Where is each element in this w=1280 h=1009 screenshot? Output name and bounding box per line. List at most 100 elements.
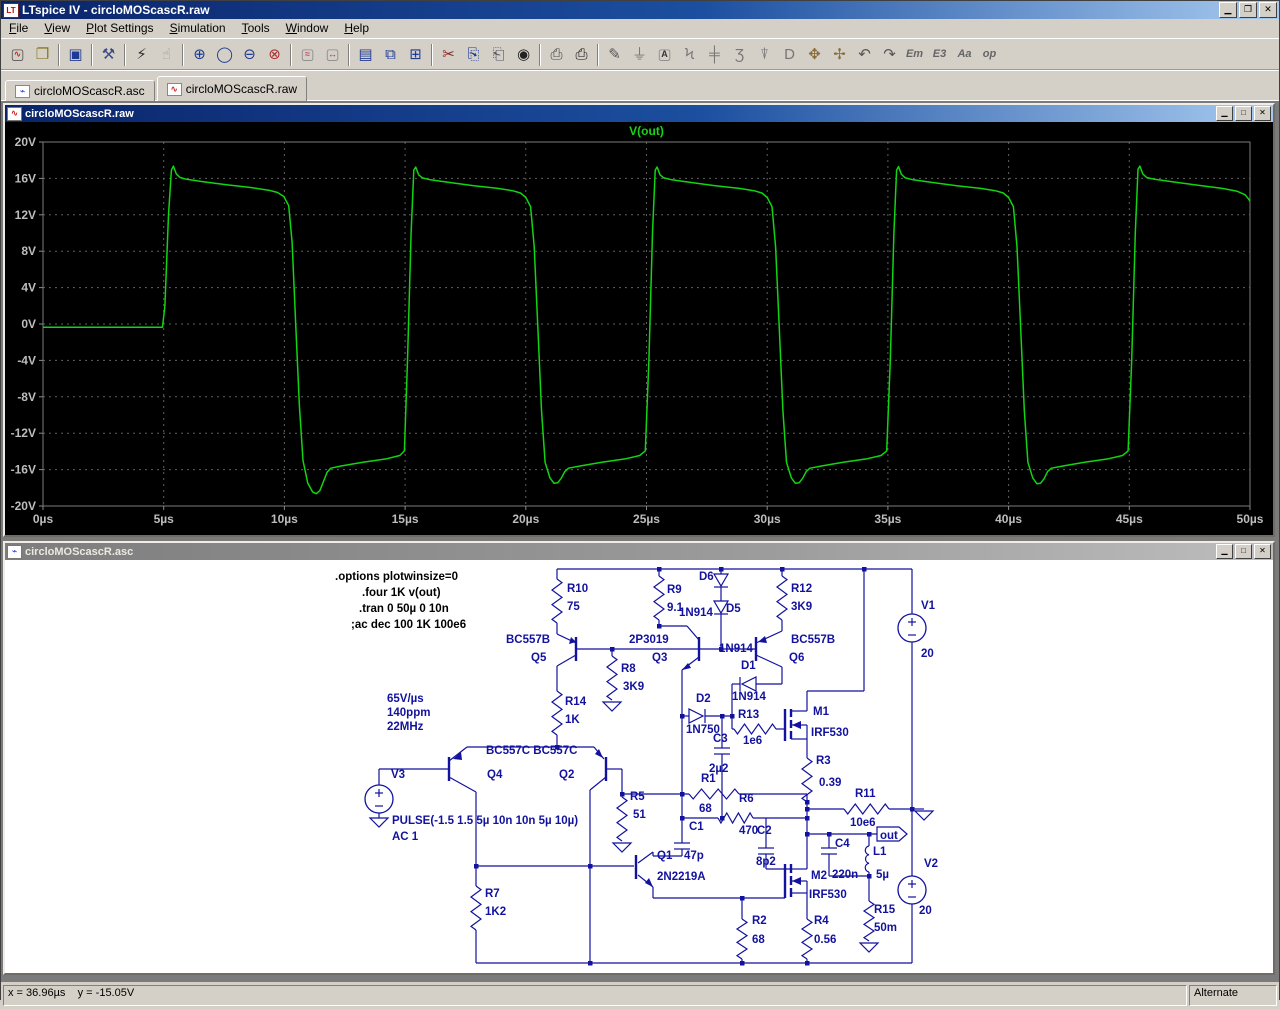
plot-settings-button[interactable]: ▢ ≈ (295, 43, 320, 67)
waveform-window-titlebar[interactable]: ∿ circloMOScascR.raw ▁ □ ✕ (5, 105, 1273, 122)
menu-file[interactable]: File (1, 19, 36, 38)
component-label: R15 (874, 904, 896, 916)
open-file-button[interactable]: ❐ (30, 43, 55, 67)
component-label: 10e6 (850, 817, 876, 829)
asc-minimize-button[interactable]: ▁ (1216, 544, 1233, 559)
print-preview-button[interactable]: ⎙ (544, 43, 569, 67)
cut-button[interactable]: ✂ (436, 43, 461, 67)
tile-horizontal-button[interactable]: ▤ (353, 43, 378, 67)
title-bar[interactable]: LT LTspice IV - circloMOScascR.raw ▁ ❐ ✕ (1, 1, 1279, 19)
cascade-windows-button[interactable]: ⧉ (378, 43, 403, 67)
toolbar-separator (182, 43, 184, 66)
find-button[interactable]: ◉ (511, 43, 536, 67)
component-label: 1e6 (743, 735, 762, 747)
place-diode-button[interactable]: ⍒ (752, 43, 777, 67)
text-tool-button[interactable]: Aa (952, 43, 977, 67)
place-ground-button[interactable]: ⏚ (627, 43, 652, 67)
zoom-full-extents-button[interactable]: ⊗ (262, 43, 287, 67)
halt-icon: ☝ (161, 46, 172, 63)
plot-settings-icon-overlay: ≈ (305, 48, 310, 59)
zoom-in-icon: ⊕ (193, 46, 206, 63)
mirror-button[interactable]: Em (902, 43, 927, 67)
tab-circlomoscascr-asc[interactable]: ⌁ circloMOScascR.asc (5, 80, 155, 101)
zoom-out-icon: ⊖ (243, 46, 256, 63)
component-label: V3 (391, 769, 405, 781)
place-inductor-button[interactable]: Ʒ (727, 43, 752, 67)
menu-help[interactable]: Help (336, 19, 377, 38)
x-tick-label: 5µs (154, 512, 175, 526)
spice-directive-text: ;ac dec 100 1K 100e6 (351, 619, 466, 631)
halt-button[interactable]: ☝ (154, 43, 179, 67)
asc-close-button[interactable]: ✕ (1254, 544, 1271, 559)
paste-button[interactable]: ⎗ (486, 43, 511, 67)
waveform-plot[interactable]: 0µs 5µs 10µs 15µs 20µs 25µs 30µs 35µs 40µs 45µs 50… (5, 122, 1269, 535)
undo-button[interactable]: ↶ (852, 43, 877, 67)
control-panel-button[interactable]: ⚒ (96, 43, 121, 67)
label-net-icon-overlay: A (661, 48, 668, 59)
zoom-area-button[interactable]: ◯ (212, 43, 237, 67)
run-icon: ⚡ (136, 46, 147, 63)
component-label: 1N914 (719, 643, 753, 655)
move-icon: ✥ (808, 46, 821, 63)
asc-maximize-button[interactable]: □ (1235, 544, 1252, 559)
place-ground-icon: ⏚ (631, 46, 647, 63)
toolbar-separator (597, 43, 599, 66)
component-label: 22MHz (387, 721, 424, 733)
restore-button[interactable]: ❐ (1239, 2, 1257, 18)
draw-wire-button[interactable]: ✎ (602, 43, 627, 67)
rotate-button[interactable]: E3 (927, 43, 952, 67)
close-button[interactable]: ✕ (1259, 2, 1277, 18)
place-component-button[interactable]: D (777, 43, 802, 67)
component-label: C3 (713, 733, 728, 745)
waveform-file-icon: ∿ (7, 106, 22, 121)
waveform-icon: ∿ (166, 82, 182, 96)
toolbar-separator (431, 43, 433, 66)
wave-maximize-button[interactable]: □ (1235, 106, 1252, 121)
spice-directive-button[interactable]: op (977, 43, 1002, 67)
schematic-file-icon: ⌁ (7, 544, 22, 559)
toolbar-separator (91, 43, 93, 66)
redo-button[interactable]: ↷ (877, 43, 902, 67)
print-button[interactable]: ⎙ (569, 43, 594, 67)
minimize-button[interactable]: ▁ (1219, 2, 1237, 18)
save-button[interactable]: ▣ (63, 43, 88, 67)
x-tick-label: 15µs (392, 512, 419, 526)
label-net-button[interactable]: ▢ A (652, 43, 677, 67)
schematic-window-titlebar[interactable]: ⌁ circloMOScascR.asc ▁ □ ✕ (5, 543, 1273, 560)
autorange-y-axis-button[interactable]: ▢ ↔ (320, 43, 345, 67)
schematic-window: ⌁ circloMOScascR.asc ▁ □ ✕ .options plot… (3, 541, 1275, 975)
wave-close-button[interactable]: ✕ (1254, 106, 1271, 121)
control-panel-icon: ⚒ (101, 46, 116, 63)
run-button[interactable]: ⚡ (129, 43, 154, 67)
toolbar-separator (539, 43, 541, 66)
menu-window[interactable]: Window (278, 19, 337, 38)
drag-button[interactable]: ✢ (827, 43, 852, 67)
place-resistor-button[interactable]: Ϟ (677, 43, 702, 67)
y-tick-label: -8V (17, 390, 36, 404)
place-capacitor-button[interactable]: ╪ (702, 43, 727, 67)
print-preview-icon: ⎙ (550, 46, 563, 63)
component-label: Q5 (531, 652, 547, 664)
move-button[interactable]: ✥ (802, 43, 827, 67)
component-label: 3K9 (791, 601, 812, 613)
menu-simulation[interactable]: Simulation (162, 19, 234, 38)
schematic-canvas[interactable]: .options plotwinsize=0 .four 1K v(out) .tr… (5, 560, 1269, 973)
zoom-out-button[interactable]: ⊖ (237, 43, 262, 67)
zoom-in-button[interactable]: ⊕ (187, 43, 212, 67)
schematic-canvas-area: .options plotwinsize=0 .four 1K v(out) .tr… (5, 560, 1273, 973)
menu-view[interactable]: View (36, 19, 78, 38)
tile-vertical-button[interactable]: ⊞ (403, 43, 428, 67)
copy-button[interactable]: ⎘ (461, 43, 486, 67)
wave-minimize-button[interactable]: ▁ (1216, 106, 1233, 121)
paste-icon: ⎗ (492, 46, 505, 63)
component-label: 20 (921, 648, 934, 660)
new-schematic-button[interactable]: ▢ ∿ (5, 43, 30, 67)
window-title: LTspice IV - circloMOScascR.raw (22, 3, 210, 17)
text-tool-icon: Aa (957, 48, 972, 60)
y-tick-label: -20V (11, 499, 36, 513)
menu-plot-settings[interactable]: Plot Settings (78, 19, 161, 38)
component-label: D5 (726, 603, 741, 615)
toolbar: ▢ ∿ ❐ ▣ ⚒ ⚡ ☝ ⊕ ◯ ⊖ ⊗ ▢ ≈ ▢ ↔ ▤ ⧉ ⊞ ✂ ⎘ ⎗ ◉ ⎙ ⎙ ✎ ⏚ ▢ A Ϟ ╪ Ʒ ⍒ D ✥ ✢ ↶ ↷ Em E… (1, 38, 1279, 70)
tab-circlomoscascr-raw[interactable]: ∿ circloMOScascR.raw (156, 76, 308, 101)
menu-tools[interactable]: Tools (234, 19, 278, 38)
